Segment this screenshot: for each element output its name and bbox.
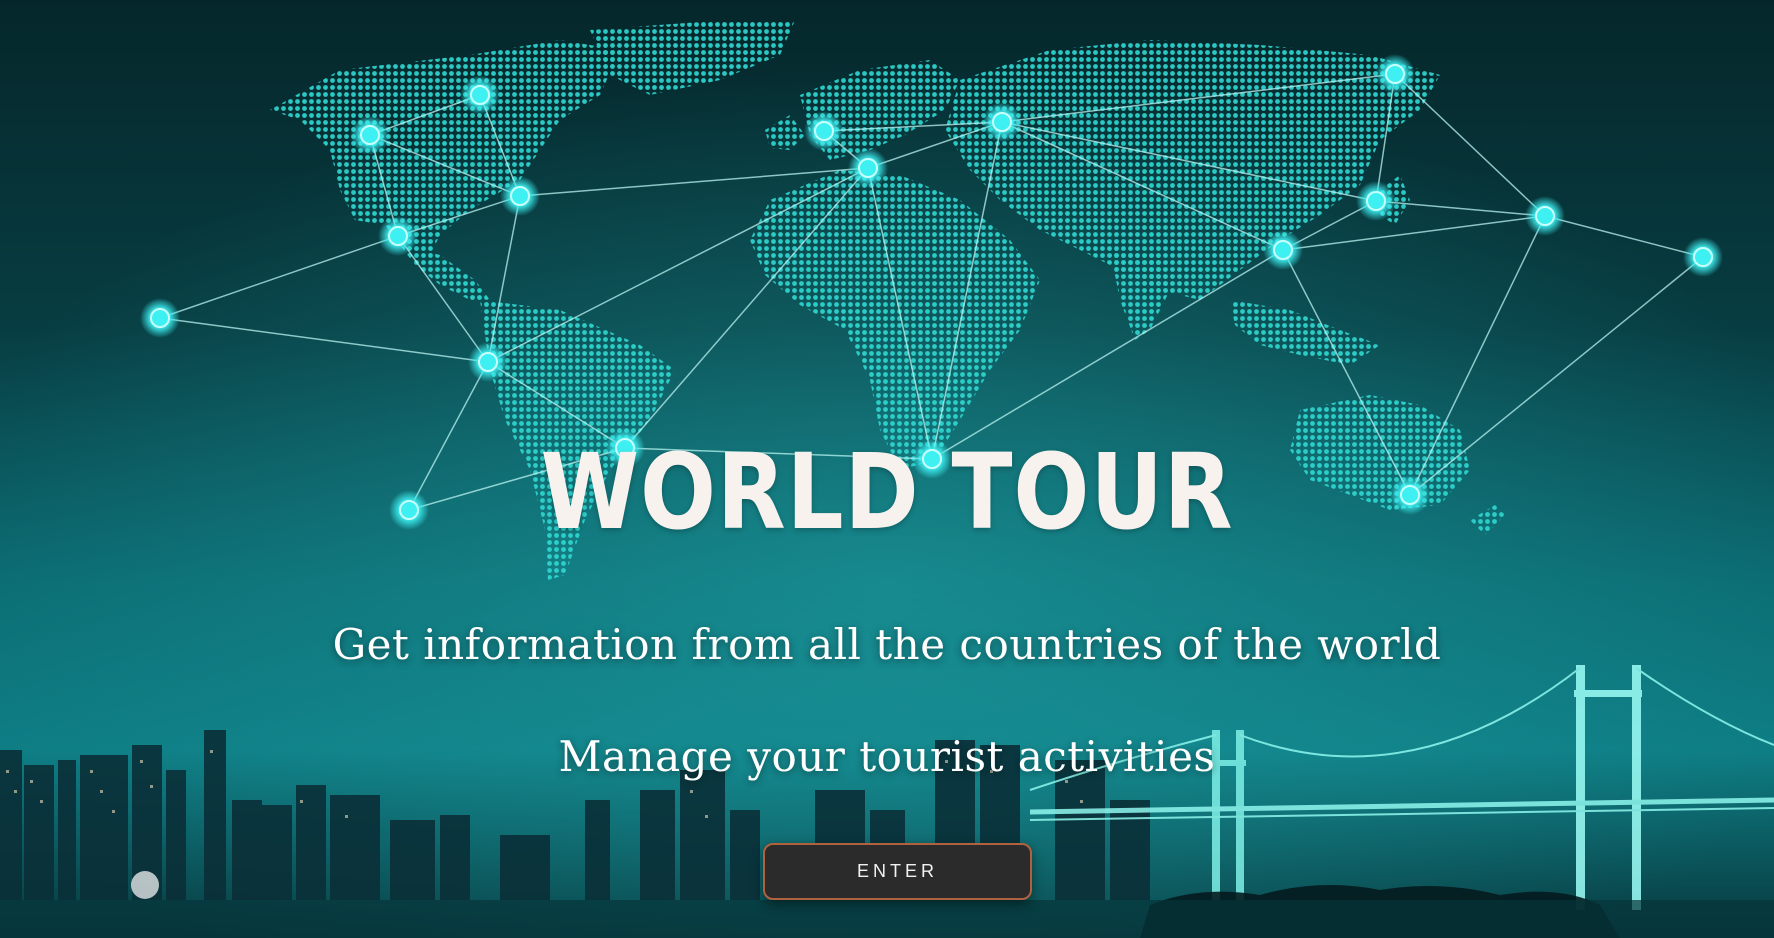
water — [0, 900, 1774, 938]
hero-subtitle: Get information from all the countries o… — [332, 620, 1442, 669]
map-node — [140, 298, 180, 338]
map-node — [350, 115, 390, 155]
map-node — [848, 148, 888, 188]
map-node — [1525, 196, 1565, 236]
hero-tagline: Manage your tourist activities — [558, 732, 1216, 781]
map-node — [1375, 54, 1415, 94]
map-node — [982, 102, 1022, 142]
map-node — [804, 111, 844, 151]
map-node — [1683, 237, 1723, 277]
enter-button[interactable]: ENTER — [763, 843, 1032, 900]
map-node — [1356, 181, 1396, 221]
city-glow — [131, 871, 159, 899]
map-node — [1263, 230, 1303, 270]
map-node — [460, 75, 500, 115]
map-node — [378, 216, 418, 256]
map-node — [468, 342, 508, 382]
page-title: WORLD TOUR — [540, 431, 1234, 553]
map-node — [500, 176, 540, 216]
